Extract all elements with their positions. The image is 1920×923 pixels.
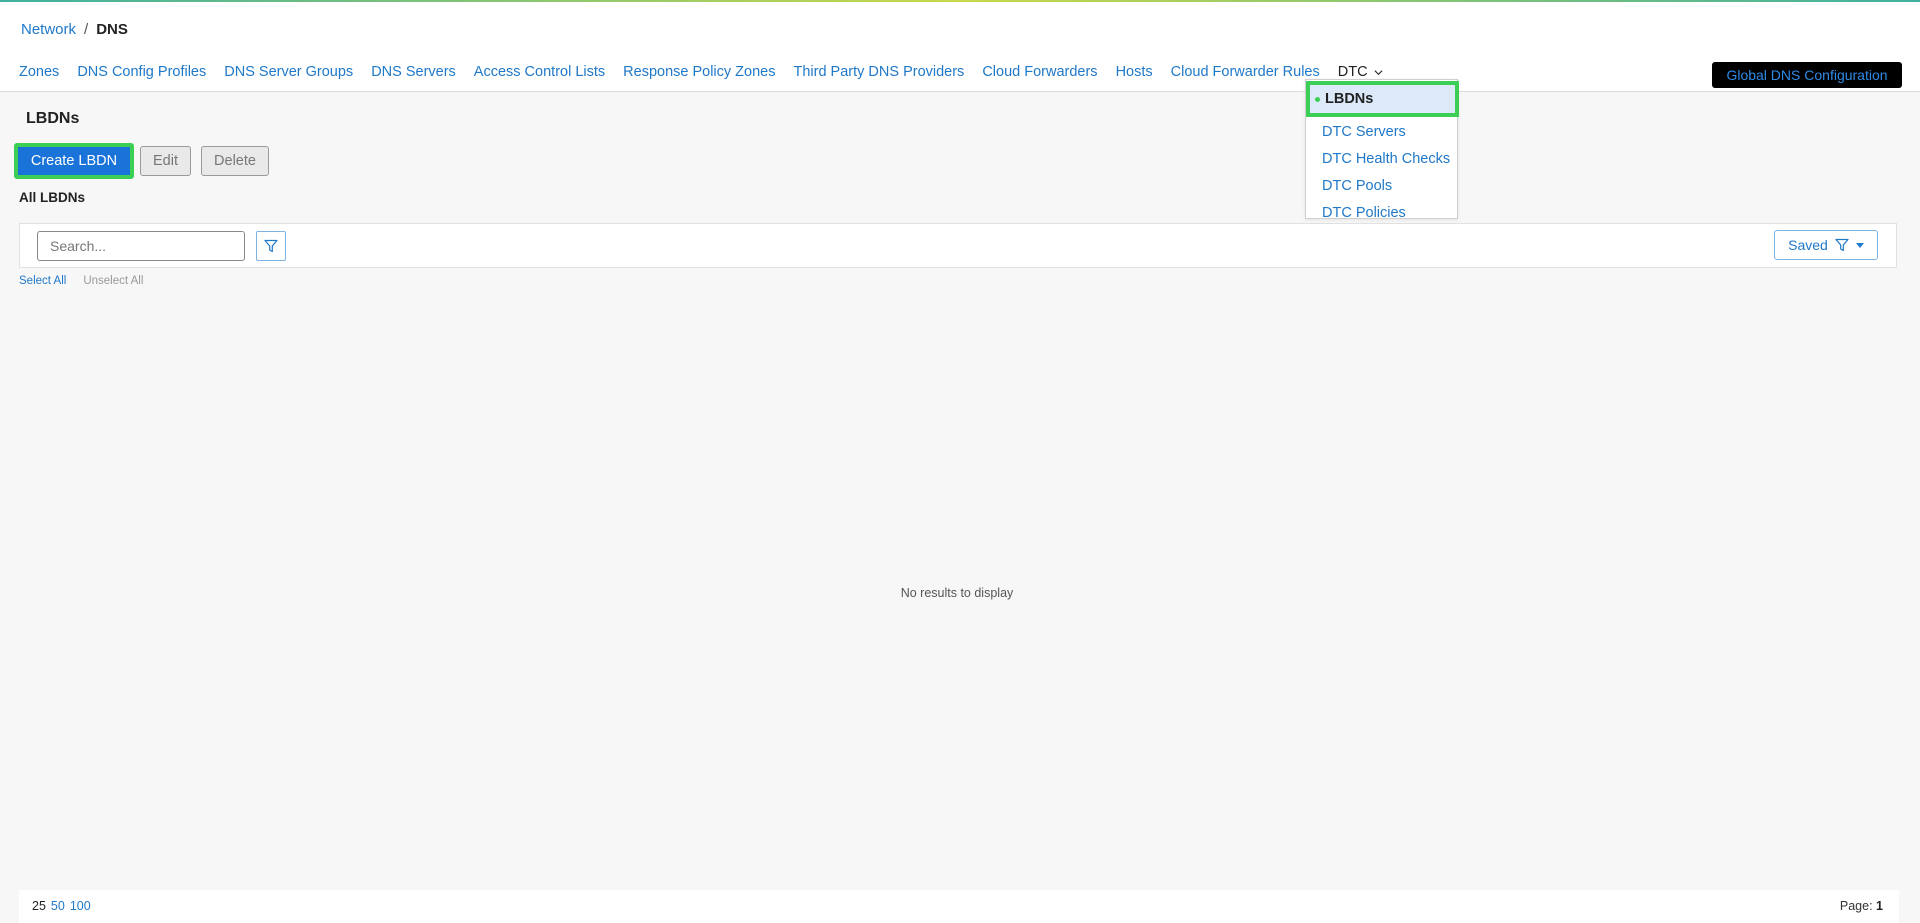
select-all-link[interactable]: Select All (19, 275, 66, 287)
filter-icon (264, 239, 278, 253)
dropdown-item-dtc-servers[interactable]: DTC Servers (1322, 124, 1406, 140)
tab-hosts[interactable]: Hosts (1116, 64, 1153, 80)
dns-nav-tabs: Zones DNS Config Profiles DNS Server Gro… (19, 64, 1401, 80)
chevron-down-icon (1374, 69, 1383, 75)
global-dns-configuration-button[interactable]: Global DNS Configuration (1712, 62, 1902, 88)
pagination-footer: 25 50 100 Page: 1 (19, 890, 1899, 923)
list-subtitle: All LBDNs (19, 190, 86, 205)
list-toolbar: Saved (19, 223, 1897, 268)
empty-state-message: No results to display (900, 586, 1014, 600)
tab-cloud-forwarder-rules[interactable]: Cloud Forwarder Rules (1171, 64, 1320, 80)
selection-controls: Select All Unselect All (19, 275, 143, 287)
page-title: LBDNs (26, 110, 80, 127)
dropdown-item-dtc-policies[interactable]: DTC Policies (1322, 205, 1406, 221)
tab-dns-servers[interactable]: DNS Servers (371, 64, 456, 80)
page-header: Network / DNS Zones DNS Config Profiles … (0, 2, 1920, 92)
filter-icon (1835, 238, 1849, 252)
tab-cloud-forwarders[interactable]: Cloud Forwarders (982, 64, 1097, 80)
tab-dtc[interactable]: DTC (1338, 64, 1383, 80)
page-size-50[interactable]: 50 (51, 899, 65, 913)
dropdown-item-lbdns[interactable]: LBDNs (1306, 81, 1459, 117)
tab-response-policy-zones[interactable]: Response Policy Zones (623, 64, 775, 80)
caret-down-icon (1855, 242, 1864, 248)
breadcrumb-separator: / (84, 21, 89, 38)
dropdown-item-dtc-health-checks[interactable]: DTC Health Checks (1322, 151, 1450, 167)
tab-dns-config-profiles[interactable]: DNS Config Profiles (77, 64, 206, 80)
page-size-25[interactable]: 25 (32, 899, 46, 913)
breadcrumb: Network / DNS (21, 21, 128, 38)
selected-dot-icon (1315, 96, 1320, 102)
tab-third-party-dns-providers[interactable]: Third Party DNS Providers (793, 64, 964, 80)
page-size-100[interactable]: 100 (70, 899, 91, 913)
page-number: 1 (1876, 899, 1883, 913)
page-size-selector: 25 50 100 (32, 899, 91, 913)
dropdown-item-dtc-pools[interactable]: DTC Pools (1322, 178, 1392, 194)
filter-button[interactable] (256, 231, 286, 261)
dropdown-item-lbdns-label: LBDNs (1325, 91, 1374, 107)
saved-filters-button[interactable]: Saved (1774, 230, 1878, 260)
search-input[interactable] (37, 231, 245, 261)
page-indicator: Page: 1 (1840, 899, 1883, 913)
create-lbdn-button[interactable]: Create LBDN (14, 143, 134, 179)
page-label: Page: (1839, 899, 1873, 913)
saved-filters-label: Saved (1788, 237, 1828, 253)
tab-dns-server-groups[interactable]: DNS Server Groups (224, 64, 353, 80)
breadcrumb-current: DNS (96, 21, 128, 38)
tab-access-control-lists[interactable]: Access Control Lists (474, 64, 605, 80)
tab-dtc-label: DTC (1337, 64, 1368, 80)
delete-button[interactable]: Delete (201, 146, 269, 176)
edit-button[interactable]: Edit (140, 146, 191, 176)
dtc-dropdown-menu: LBDNs DTC Servers DTC Health Checks DTC … (1305, 79, 1459, 221)
breadcrumb-network-link[interactable]: Network (21, 21, 76, 38)
unselect-all-link[interactable]: Unselect All (83, 275, 143, 287)
tab-zones[interactable]: Zones (19, 64, 59, 80)
